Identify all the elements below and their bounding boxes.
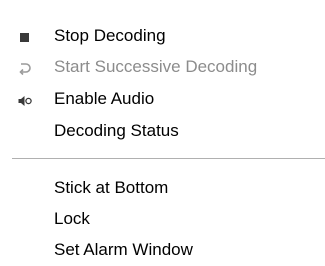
context-menu: Stop Decoding Start Successive Decoding … [0,0,325,266]
menu-item-label: Start Successive Decoding [54,57,258,76]
menu-item-decoding-status[interactable]: Decoding Status [0,117,325,147]
speaker-muted-icon [18,96,32,106]
menu-item-label: Stick at Bottom [54,178,169,197]
menu-item-start-successive-decoding[interactable]: Start Successive Decoding [0,53,325,83]
menu-item-label: Lock [54,209,90,228]
repeat-icon [19,63,31,76]
menu-item-stick-at-bottom[interactable]: Stick at Bottom [0,174,325,204]
menu-item-enable-audio[interactable]: Enable Audio [0,85,325,115]
menu-item-stop-decoding[interactable]: Stop Decoding [0,22,325,52]
menu-item-label: Stop Decoding [54,26,166,45]
menu-item-label: Enable Audio [54,89,155,108]
menu-item-label: Set Alarm Window [54,240,193,259]
menu-item-set-alarm-window[interactable]: Set Alarm Window [0,236,325,266]
menu-separator [12,158,325,159]
menu-item-label: Decoding Status [54,121,179,140]
menu-item-lock[interactable]: Lock [0,205,325,235]
stop-icon [20,33,29,42]
